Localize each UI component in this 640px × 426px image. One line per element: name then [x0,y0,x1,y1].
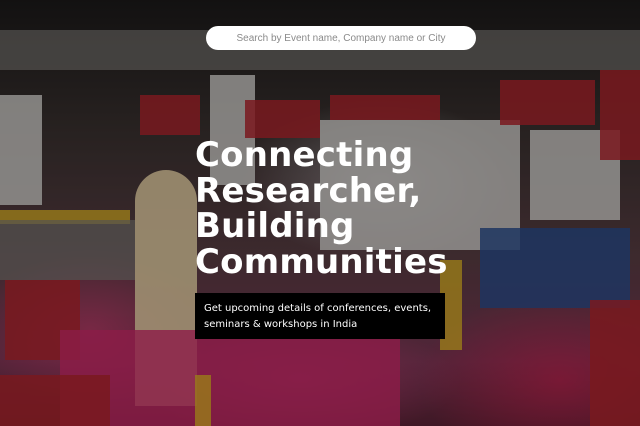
search-input[interactable] [206,26,476,50]
headline-line-2: Researcher, [195,170,422,211]
hero-headline: Connecting Researcher, Building Communit… [195,135,448,282]
headline-line-4: Communities [195,241,448,282]
hero-subtitle: Get upcoming details of conferences, eve… [204,303,432,330]
headline-line-1: Connecting [195,135,414,175]
hero-section: Connecting Researcher, Building Communit… [0,0,640,426]
hero-subtitle-box: Get upcoming details of conferences, eve… [195,293,445,339]
headline-line-3: Building [195,206,355,246]
